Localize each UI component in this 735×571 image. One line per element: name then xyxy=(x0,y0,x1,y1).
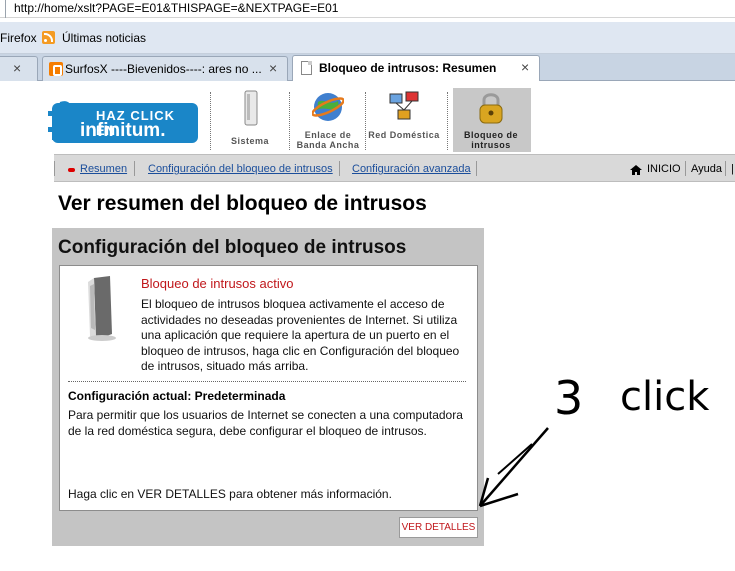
nav-red-domestica[interactable]: Red Doméstica xyxy=(366,88,442,152)
nav-bloqueo-intrusos[interactable]: Bloqueo de intrusos xyxy=(453,88,531,152)
summary-panel: Configuración del bloqueo de intrusos Bl… xyxy=(52,228,484,546)
globe-icon xyxy=(312,93,344,121)
subnav-divider xyxy=(54,161,55,176)
close-icon[interactable]: × xyxy=(13,60,21,76)
page-icon xyxy=(301,61,312,75)
firewall-description: El bloqueo de intrusos bloquea activamen… xyxy=(141,297,460,373)
home-network-icon xyxy=(389,91,419,120)
url-bar-edge xyxy=(0,0,6,18)
nav-label: Enlace de Banda Ancha xyxy=(296,130,360,150)
tab-surfosx[interactable]: SurfosX ----Bievenidos----: ares no ... … xyxy=(42,56,288,81)
padlock-icon xyxy=(479,93,503,124)
url-bar[interactable]: http://home/xslt?PAGE=E01&THISPAGE=&NEXT… xyxy=(0,0,735,18)
handwritten-annotation: 3 click xyxy=(478,371,710,508)
subnav-configuracion-avanzada[interactable]: Configuración avanzada xyxy=(352,163,471,175)
blogger-icon xyxy=(49,62,63,76)
nav-label: Sistema xyxy=(230,136,270,146)
close-icon[interactable]: × xyxy=(269,60,277,76)
subnav-divider xyxy=(476,161,477,176)
nav-sistema[interactable]: Sistema xyxy=(212,88,288,152)
tab-label: SurfosX ----Bievenidos----: ares no ... xyxy=(65,62,261,76)
nav-divider xyxy=(210,92,211,150)
dotted-divider xyxy=(68,381,466,382)
url-text[interactable]: http://home/xslt?PAGE=E01&THISPAGE=&NEXT… xyxy=(14,1,338,15)
inicio-link[interactable]: INICIO xyxy=(647,163,681,175)
bookmarks-toolbar: Firefox Últimas noticias xyxy=(0,22,735,54)
infinitum-logo[interactable]: HAZ CLICK EN infinitum. xyxy=(46,97,198,147)
nav-divider xyxy=(447,92,448,150)
subnav-divider xyxy=(725,161,726,176)
tab-strip: × SurfosX ----Bievenidos----: ares no ..… xyxy=(0,54,735,81)
subnav-divider xyxy=(339,161,340,176)
subnav-configuracion-bloqueo[interactable]: Configuración del bloqueo de intrusos xyxy=(148,163,333,175)
tab-label: Bloqueo de intrusos: Resumen xyxy=(319,61,497,75)
sub-navigation: Resumen Configuración del bloqueo de int… xyxy=(54,154,735,182)
nav-label: Red Doméstica xyxy=(368,130,440,140)
subnav-divider xyxy=(685,161,686,176)
tab-bloqueo-resumen[interactable]: Bloqueo de intrusos: Resumen × xyxy=(292,55,540,81)
annotation-word: click xyxy=(620,374,710,420)
details-hint: Haga clic en VER DETALLES para obtener m… xyxy=(68,487,392,501)
subnav-resumen[interactable]: Resumen xyxy=(80,163,127,175)
home-icon xyxy=(630,165,642,175)
panel-content: Bloqueo de intrusos activo El bloqueo de… xyxy=(59,265,478,511)
bookmark-latest-news[interactable]: Últimas noticias xyxy=(62,31,146,45)
view-details-button[interactable]: VER DETALLES xyxy=(399,517,478,538)
current-config-description: Para permitir que los usuarios de Intern… xyxy=(68,408,463,438)
rss-feed-icon xyxy=(42,31,55,44)
subnav-divider xyxy=(134,161,135,176)
ayuda-link[interactable]: Ayuda xyxy=(691,163,722,175)
current-page-bullet-icon xyxy=(68,168,75,172)
logo-text-main: infinitum. xyxy=(80,120,166,141)
router-image xyxy=(88,276,116,341)
subnav-extra-link[interactable]: | xyxy=(731,163,734,175)
tab-partial[interactable]: × xyxy=(0,56,38,81)
panel-title: Configuración del bloqueo de intrusos xyxy=(58,237,407,258)
bookmark-firefox[interactable]: Firefox xyxy=(0,31,37,45)
modem-icon xyxy=(244,90,258,126)
nav-label: Bloqueo de intrusos xyxy=(464,130,518,150)
annotation-number: 3 xyxy=(554,371,583,425)
current-config-label: Configuración actual: Predeterminada xyxy=(68,389,286,403)
firewall-status-title: Bloqueo de intrusos activo xyxy=(141,276,294,291)
nav-enlace-banda-ancha[interactable]: Enlace de Banda Ancha xyxy=(290,88,366,152)
page-title: Ver resumen del bloqueo de intrusos xyxy=(58,192,427,215)
close-icon[interactable]: × xyxy=(521,59,529,75)
